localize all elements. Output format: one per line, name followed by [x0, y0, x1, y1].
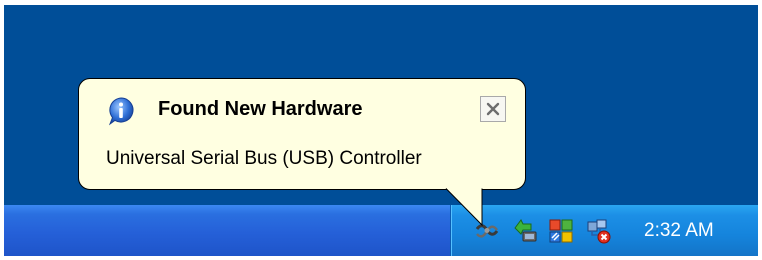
close-icon: [486, 102, 500, 116]
close-button[interactable]: [480, 96, 506, 122]
clock[interactable]: 2:32 AM: [644, 218, 714, 244]
balloon-message: Universal Serial Bus (USB) Controller: [106, 148, 422, 169]
network-error-icon[interactable]: [586, 218, 612, 244]
balloon-title: Found New Hardware: [158, 98, 363, 120]
screen: 2:32 AM Found New Hardware Universal Ser…: [4, 5, 758, 256]
info-icon: [108, 97, 134, 126]
windows-security-center-icon[interactable]: [548, 218, 574, 244]
